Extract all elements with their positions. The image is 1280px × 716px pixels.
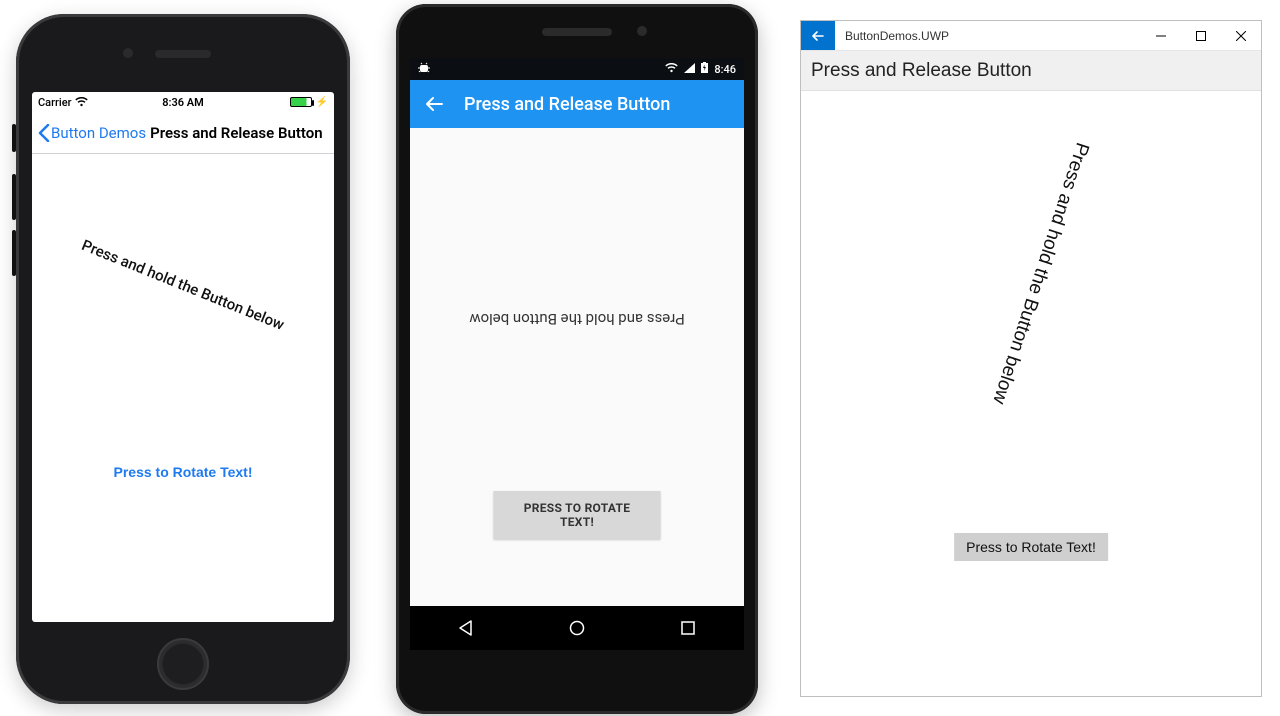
window-minimize-button[interactable] [1141, 21, 1181, 50]
chevron-left-icon [38, 124, 50, 142]
page-title: Press and Release Button [801, 51, 1261, 91]
iphone-device-frame: Carrier 8:36 AM ⚡ Button Demos Press and… [16, 14, 350, 704]
iphone-home-button[interactable] [157, 638, 209, 690]
ios-carrier-label: Carrier [38, 96, 71, 109]
arrow-left-icon [811, 29, 825, 43]
android-front-camera [637, 26, 647, 36]
page-title: Press and Release Button [150, 124, 323, 142]
titlebar-back-button[interactable] [801, 21, 835, 50]
nav-back-label: Button Demos [51, 124, 146, 142]
press-rotate-button[interactable]: Press to Rotate Text! [954, 533, 1108, 561]
wifi-icon [75, 97, 88, 107]
ios-clock: 8:36 AM [162, 96, 204, 109]
nav-back-softkey[interactable] [457, 619, 475, 637]
iphone-mute-switch [12, 124, 16, 152]
arrow-left-icon [424, 94, 444, 114]
page-title: Press and Release Button [464, 94, 670, 115]
nav-recent-softkey[interactable] [679, 619, 697, 637]
charging-icon: ⚡ [316, 97, 328, 108]
android-content: Press and hold the Button below PRESS TO… [410, 128, 744, 606]
uwp-window: ButtonDemos.UWP Press and Release Button… [800, 20, 1262, 697]
uwp-titlebar: ButtonDemos.UWP [801, 21, 1261, 51]
rotating-label: Press and hold the Button below [987, 139, 1092, 406]
ios-screen: Carrier 8:36 AM ⚡ Button Demos Press and… [32, 92, 334, 622]
android-clock: 8:46 [714, 63, 736, 76]
window-maximize-button[interactable] [1181, 21, 1221, 50]
android-navigation-bar [410, 606, 744, 650]
cell-signal-icon [684, 63, 695, 76]
maximize-icon [1196, 31, 1206, 41]
press-rotate-button[interactable]: Press to Rotate Text! [108, 463, 259, 481]
android-screen: 8:46 Press and Release Button Press and … [410, 58, 744, 650]
rotating-label: Press and hold the Button below [469, 310, 684, 328]
ios-content: Press and hold the Button below Press to… [32, 154, 334, 622]
android-device-frame: 8:46 Press and Release Button Press and … [396, 4, 758, 714]
bug-icon [418, 62, 430, 77]
wifi-icon [665, 63, 678, 76]
android-status-bar: 8:46 [410, 58, 744, 80]
press-rotate-button[interactable]: PRESS TO ROTATE TEXT! [494, 491, 661, 539]
iphone-speaker [155, 50, 211, 58]
minimize-icon [1156, 31, 1166, 41]
uwp-content: Press and hold the Button below Press to… [801, 91, 1261, 696]
android-speaker [542, 28, 612, 36]
ios-nav-bar: Button Demos Press and Release Button [32, 112, 334, 154]
battery-icon [290, 97, 312, 107]
rotating-label: Press and hold the Button below [79, 236, 287, 334]
battery-icon [701, 62, 708, 76]
nav-home-softkey[interactable] [568, 619, 586, 637]
nav-back-button[interactable] [424, 94, 444, 114]
window-close-button[interactable] [1221, 21, 1261, 50]
window-caption: ButtonDemos.UWP [835, 21, 1141, 50]
iphone-front-camera [123, 48, 133, 58]
ios-status-bar: Carrier 8:36 AM ⚡ [32, 92, 334, 112]
nav-back-button[interactable]: Button Demos [38, 124, 146, 142]
iphone-volume-up [12, 174, 16, 220]
android-app-bar: Press and Release Button [410, 80, 744, 128]
iphone-volume-down [12, 230, 16, 276]
close-icon [1236, 31, 1246, 41]
